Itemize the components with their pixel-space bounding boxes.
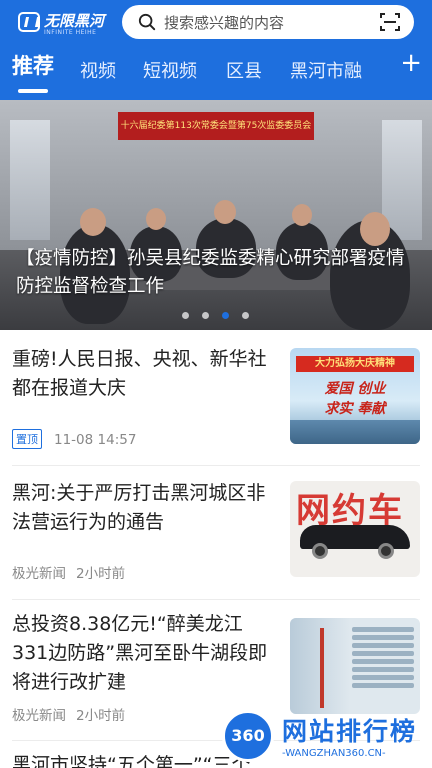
- thumb-map-legend: [352, 624, 414, 691]
- watermark-title: 网站排行榜: [282, 717, 418, 746]
- logo-title: 无限黑河: [44, 12, 105, 30]
- pinned-badge: 置顶: [12, 429, 42, 449]
- search-placeholder: 搜索感兴趣的内容: [164, 14, 285, 32]
- thumb-slogan-line: 求实 奉献: [324, 401, 386, 417]
- news-time: 2小时前: [76, 708, 126, 724]
- news-meta: 极光新闻 2小时前: [12, 562, 125, 582]
- banner-carousel[interactable]: 十六届纪委第113次常委会暨第75次监委委员会 【疫情防控】孙吴县纪委监委精心研…: [0, 100, 432, 330]
- thumb-slogan-line: 爱国 创业: [324, 381, 386, 397]
- tab-short-video[interactable]: 短视频: [143, 57, 197, 83]
- app-header: 无限黑河 INFINITE HEIHE 搜索感兴趣的内容 推荐 视频 短视频 区…: [0, 0, 432, 100]
- app-logo[interactable]: 无限黑河 INFINITE HEIHE: [18, 10, 114, 38]
- news-thumbnail[interactable]: 网约车: [290, 481, 420, 577]
- carousel-dot-active: [222, 312, 229, 319]
- search-bar[interactable]: 搜索感兴趣的内容: [122, 5, 414, 39]
- scan-icon[interactable]: [380, 12, 400, 32]
- banner-photo-head: [292, 204, 312, 226]
- news-item[interactable]: 重磅!人民日报、央视、新华社都在报道大庆 置顶 11-08 14:57 大力弘扬大…: [0, 330, 432, 465]
- news-source: 极光新闻: [12, 708, 66, 724]
- logo-icon: [18, 12, 40, 32]
- thumb-city-skyline: [290, 420, 420, 444]
- banner-photo-head: [360, 212, 390, 246]
- banner-photo-head: [80, 208, 106, 236]
- thumb-car-wheel: [312, 543, 328, 559]
- news-thumbnail[interactable]: [290, 618, 420, 714]
- banner-photo-head: [146, 208, 166, 230]
- search-icon: [138, 13, 156, 31]
- news-title[interactable]: 黑河:关于严厉打击黑河城区非法营运行为的通告: [12, 479, 274, 537]
- watermark: 360 网站排行榜 -WANGZHAN360.CN-: [222, 706, 432, 768]
- news-time: 11-08 14:57: [54, 432, 137, 448]
- banner-photo-window: [10, 120, 50, 240]
- carousel-dot: [242, 312, 249, 319]
- news-meta: 极光新闻 2小时前: [12, 704, 125, 724]
- news-meta: 置顶 11-08 14:57: [12, 429, 136, 449]
- news-time: 2小时前: [76, 566, 126, 582]
- thumb-car-wheel: [378, 543, 394, 559]
- channel-tabs: 推荐 视频 短视频 区县 黑河市融: [0, 50, 432, 93]
- tab-recommend[interactable]: 推荐: [12, 50, 54, 80]
- add-channel-button[interactable]: +: [400, 50, 422, 76]
- active-tab-indicator: [18, 89, 48, 93]
- news-title[interactable]: 重磅!人民日报、央视、新华社都在报道大庆: [12, 345, 274, 403]
- watermark-badge: 360: [222, 710, 274, 762]
- news-item[interactable]: 黑河:关于严厉打击黑河城区非法营运行为的通告 极光新闻 2小时前 网约车: [0, 466, 432, 598]
- thumb-banner-text: 大力弘扬大庆精神: [296, 356, 414, 372]
- tab-county[interactable]: 区县: [226, 57, 262, 83]
- banner-caption[interactable]: 【疫情防控】孙吴县纪委监委精心研究部署疫情防控监督检查工作: [16, 245, 420, 301]
- news-source: 极光新闻: [12, 566, 66, 582]
- carousel-dot: [202, 312, 209, 319]
- watermark-url: -WANGZHAN360.CN-: [282, 748, 386, 759]
- banner-photo-head: [214, 200, 236, 224]
- logo-subtitle: INFINITE HEIHE: [44, 29, 97, 36]
- news-thumbnail[interactable]: 大力弘扬大庆精神 爱国 创业 求实 奉献: [290, 348, 420, 444]
- banner-sign-text: 十六届纪委第113次常委会暨第75次监委委员会: [120, 121, 312, 131]
- tab-video[interactable]: 视频: [80, 57, 116, 83]
- news-title[interactable]: 总投资8.38亿元!“醉美龙江331边防路”黑河至卧牛湖段即将进行改扩建: [12, 610, 274, 697]
- carousel-dot: [182, 312, 189, 319]
- thumb-map-route: [320, 628, 324, 708]
- tab-heihe-media[interactable]: 黑河市融: [290, 57, 362, 83]
